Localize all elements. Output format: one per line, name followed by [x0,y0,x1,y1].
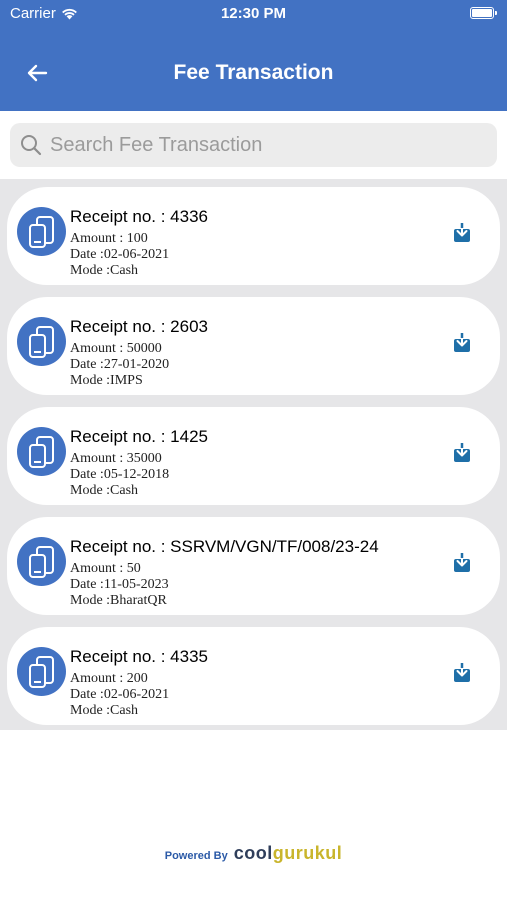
receipt-phone-icon [17,207,66,256]
receipt-number: Receipt no. : 4336 [70,207,208,226]
download-icon[interactable] [452,442,472,463]
mode-text: Mode :Cash [70,483,139,498]
amount-text: Amount : 35000 [70,451,162,466]
date-text: Date :05-12-2018 [70,467,170,482]
transaction-card[interactable]: Receipt no. : SSRVM/VGN/TF/008/23-24 Amo… [7,517,500,615]
brand-logo: coolgurukul [234,843,343,864]
page-title: Fee Transaction [173,61,334,84]
download-icon[interactable] [452,662,472,683]
receipt-number: Receipt no. : 1425 [70,427,208,446]
transaction-card[interactable]: Receipt no. : 4335 Amount : 200 Date :02… [7,627,500,725]
status-bar: Carrier 12:30 PM [0,0,507,28]
powered-by-footer: Powered By coolgurukul [0,843,507,864]
receipt-number: Receipt no. : 4335 [70,647,208,666]
search-input[interactable] [50,133,470,157]
amount-text: Amount : 200 [70,671,148,686]
brand-part-gurukul: gurukul [272,843,343,863]
download-icon[interactable] [452,222,472,243]
transaction-card[interactable]: Receipt no. : 4336 Amount : 100 Date :02… [7,187,500,285]
amount-text: Amount : 50 [70,561,141,576]
search-bar [0,111,507,179]
search-box[interactable] [10,123,497,167]
date-text: Date :11-05-2023 [70,577,169,592]
search-icon [20,134,42,156]
download-icon[interactable] [452,332,472,353]
brand-part-cool: cool [233,843,273,863]
date-text: Date :02-06-2021 [70,687,170,702]
battery-icon [470,7,497,19]
receipt-phone-icon [17,647,66,696]
transaction-list: Receipt no. : 4336 Amount : 100 Date :02… [0,179,507,730]
transaction-card[interactable]: Receipt no. : 2603 Amount : 50000 Date :… [7,297,500,395]
amount-text: Amount : 50000 [70,341,162,356]
receipt-phone-icon [17,537,66,586]
receipt-number: Receipt no. : 2603 [70,317,208,336]
amount-text: Amount : 100 [70,231,148,246]
date-text: Date :27-01-2020 [70,357,170,372]
mode-text: Mode :Cash [70,703,139,718]
receipt-phone-icon [17,427,66,476]
date-text: Date :02-06-2021 [70,247,170,262]
mode-text: Mode :IMPS [70,373,143,388]
status-time: 12:30 PM [220,5,287,22]
transaction-card[interactable]: Receipt no. : 1425 Amount : 35000 Date :… [7,407,500,505]
receipt-phone-icon [17,317,66,366]
app-header: Carrier 12:30 PM Fee Transaction [0,0,507,111]
mode-text: Mode :BharatQR [70,593,167,608]
receipt-number: Receipt no. : SSRVM/VGN/TF/008/23-24 [70,537,379,556]
mode-text: Mode :Cash [70,263,139,278]
download-icon[interactable] [452,552,472,573]
powered-by-label: Powered By [164,850,228,862]
